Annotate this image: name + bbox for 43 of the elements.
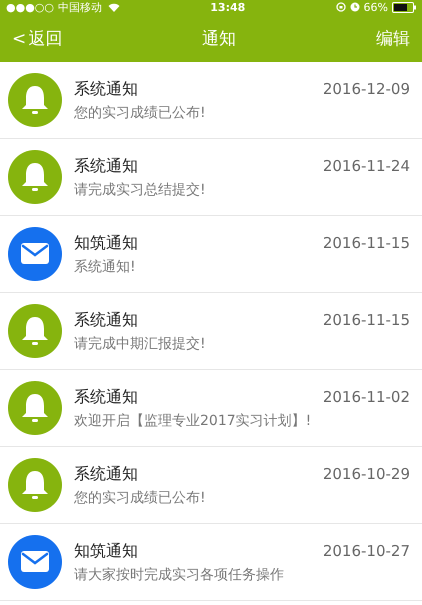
notification-item[interactable]: 系统通知 2016-10-29 您的实习成绩已公布!	[0, 447, 422, 524]
notification-date: 2016-11-15	[322, 310, 410, 328]
notification-date: 2016-10-29	[322, 464, 410, 482]
bell-icon	[8, 150, 62, 204]
carrier-name: 中国移动	[58, 0, 102, 14]
notification-date: 2016-11-02	[322, 388, 410, 406]
notification-message: 您的实习成绩已公布!	[74, 104, 207, 122]
wifi-icon	[108, 2, 120, 12]
battery-percent: 66%	[364, 0, 388, 14]
notification-title: 系统通知	[74, 156, 138, 176]
notification-message: 系统通知!	[74, 258, 137, 276]
notification-message: 欢迎开启【监理专业2017实习计划】!	[74, 412, 312, 430]
notification-title: 系统通知	[74, 386, 138, 408]
notification-message: 请完成中期汇报提交!	[74, 334, 207, 352]
envelope-icon	[8, 535, 62, 589]
status-time: 13:48	[209, 0, 246, 14]
notification-item[interactable]: 知筑通知 2016-10-27 请大家按时完成实习各项任务操作	[0, 524, 422, 601]
notification-message: 请完成实习总结提交!	[74, 180, 207, 198]
envelope-icon	[8, 227, 62, 281]
notification-title: 系统通知	[74, 310, 138, 330]
bell-icon	[8, 381, 62, 435]
signal-strength: ●●●○○	[6, 0, 54, 14]
battery-icon	[392, 2, 416, 12]
notification-date: 2016-12-09	[322, 80, 410, 98]
notification-item[interactable]: 系统通知 2016-12-09 您的实习成绩已公布!	[0, 62, 422, 139]
notification-title: 系统通知	[74, 464, 138, 484]
bell-icon	[8, 304, 62, 358]
page-title: 通知	[202, 28, 236, 50]
notification-date: 2016-11-15	[322, 234, 410, 252]
notification-title: 系统通知	[74, 78, 138, 100]
notification-title: 知筑通知	[74, 232, 138, 254]
notification-item[interactable]: 系统通知 2016-11-02 欢迎开启【监理专业2017实习计划】!	[0, 370, 422, 447]
notification-date: 2016-10-27	[322, 542, 410, 560]
notification-item[interactable]: 系统通知 2016-11-24 请完成实习总结提交!	[0, 139, 422, 216]
rotation-lock-icon	[336, 2, 346, 12]
notification-title: 知筑通知	[74, 540, 138, 562]
notification-item[interactable]: 知筑通知 2016-11-15 系统通知!	[0, 216, 422, 293]
bell-icon	[8, 458, 62, 512]
notification-message: 您的实习成绩已公布!	[74, 488, 207, 506]
notification-message: 请大家按时完成实习各项任务操作	[74, 566, 285, 584]
notification-item[interactable]: 系统通知 2016-11-15 请完成中期汇报提交!	[0, 293, 422, 370]
notification-date: 2016-11-24	[322, 156, 410, 174]
bell-icon	[8, 73, 62, 127]
